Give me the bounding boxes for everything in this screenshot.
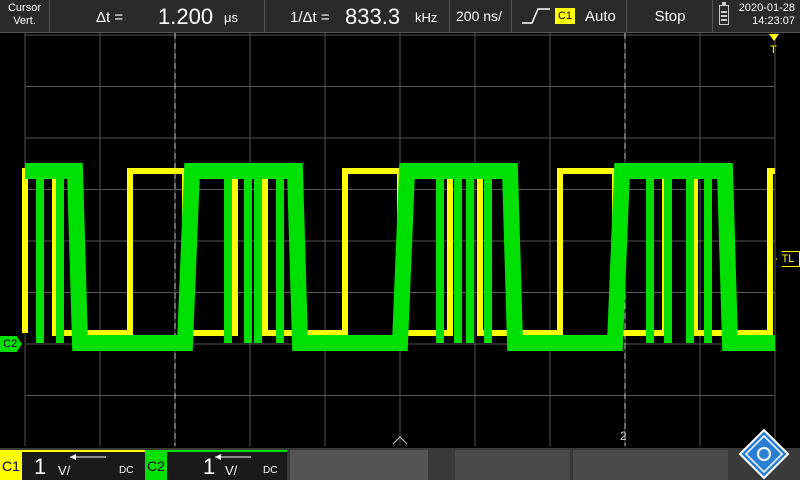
channel-bar: C1 1 V/ DC C2 1 V/ DC: [0, 448, 800, 480]
ch2-name: C2: [145, 452, 167, 480]
inverse-delta-t-readout[interactable]: 1/Δt = 833.3 kHz: [265, 0, 450, 32]
date-value: 2020-01-28: [738, 2, 795, 14]
ch2-persistence-edge: [254, 171, 284, 343]
ch1-settings-button[interactable]: C1 1 V/ DC: [0, 450, 145, 480]
delta-t-value: 1.200: [158, 4, 214, 29]
run-stop-button[interactable]: Stop: [627, 0, 713, 32]
empty-channel-slot[interactable]: [573, 450, 728, 480]
ch2-coupling: DC: [263, 465, 278, 476]
trigger-mode: Auto: [585, 8, 616, 25]
inverse-delta-t-value: 833.3: [345, 4, 401, 29]
ch2-unit: V/: [225, 463, 238, 478]
empty-channel-slot[interactable]: [455, 450, 570, 480]
probe-icon: [215, 454, 251, 460]
ch1-unit: V/: [58, 463, 71, 478]
empty-channel-slot[interactable]: [290, 450, 428, 480]
trigger-source-badge: C1: [555, 8, 575, 24]
cursor-mode-button[interactable]: Cursor Vert.: [0, 0, 50, 32]
inverse-delta-t-label: 1/Δt =: [290, 9, 330, 26]
trigger-button[interactable]: C1 Auto: [512, 0, 627, 32]
ch2-persistence-edge: [36, 171, 64, 343]
probe-icon: [70, 454, 106, 460]
brand-logo-icon[interactable]: [738, 428, 790, 480]
ch2-scale: 1: [203, 454, 216, 479]
trigger-position-label: T: [770, 44, 777, 56]
rising-edge-icon: [522, 8, 550, 24]
waveform-canvas: [22, 33, 776, 446]
timebase-button[interactable]: 200 ns/: [450, 0, 512, 32]
run-state: Stop: [654, 8, 686, 25]
ch2-persistence-edge: [646, 171, 672, 343]
cursor-mode-type: Vert.: [13, 15, 36, 27]
battery-icon: [719, 2, 729, 25]
time-value: 14:23:07: [752, 15, 795, 27]
delta-t-readout[interactable]: Δt = 1.200 μs: [50, 0, 265, 32]
status-bar: Cursor Vert. Δt = 1.200 μs 1/Δt = 833.3 …: [0, 0, 800, 33]
ch1-name: C1: [0, 452, 22, 480]
cursor2-label: 2: [620, 429, 627, 443]
ch1-coupling: DC: [119, 465, 134, 476]
time-reference-icon: [392, 436, 408, 445]
delta-t-unit: μs: [224, 10, 238, 25]
waveform-display[interactable]: T TL C2 2: [0, 33, 800, 446]
delta-t-label: Δt =: [96, 9, 124, 26]
ch2-persistence-edge: [686, 171, 712, 343]
ch2-settings-button[interactable]: C2 1 V/ DC: [145, 450, 287, 480]
timebase-value: 200 ns/: [456, 8, 502, 24]
ch1-scale: 1: [34, 454, 47, 479]
date-time: 2020-01-28 14:23:07: [713, 0, 800, 32]
cursor-mode-label: Cursor: [7, 2, 41, 14]
inverse-delta-t-unit: kHz: [415, 10, 438, 25]
